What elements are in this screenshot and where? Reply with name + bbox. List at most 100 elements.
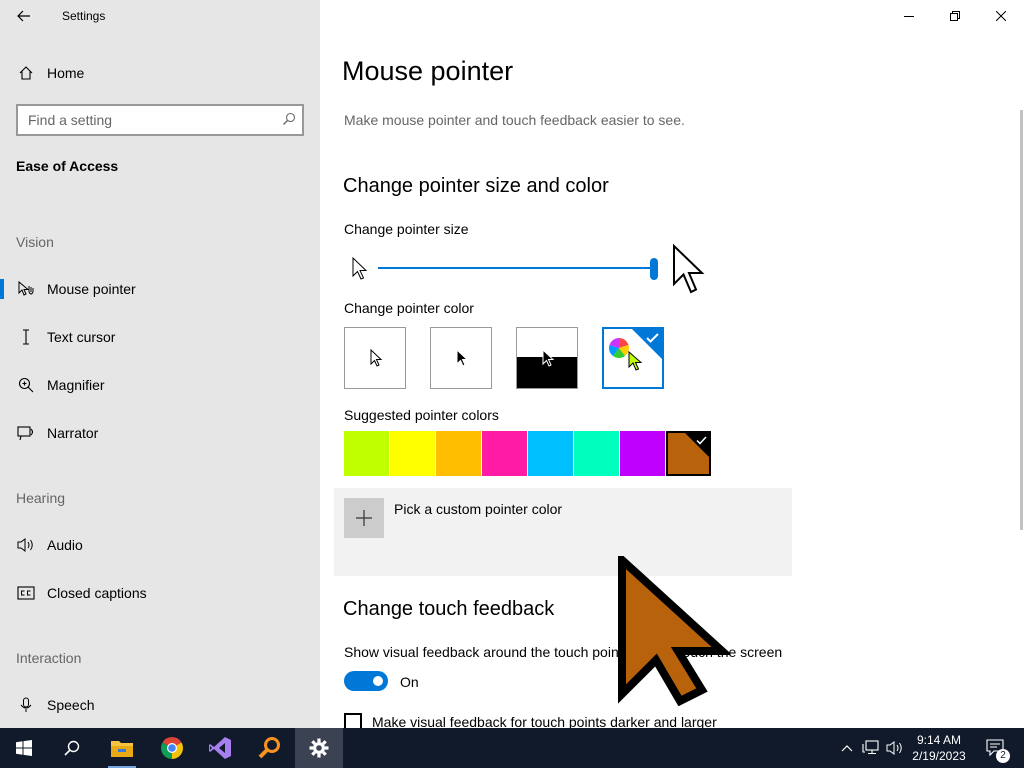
suggested-color-swatch[interactable] (436, 431, 481, 476)
section-heading-touch: Change touch feedback (343, 598, 555, 620)
slider-track (378, 267, 656, 269)
search-icon[interactable] (282, 112, 296, 131)
toggle-knob (373, 676, 383, 686)
mouse-pointer-icon (16, 279, 36, 299)
sidebar-item-label: Home (47, 65, 85, 81)
section-header-hearing: Hearing (16, 490, 66, 506)
back-button[interactable] (8, 0, 40, 32)
black-pointer-icon (456, 349, 469, 367)
minimize-button[interactable] (886, 0, 932, 32)
taskbar-search-button[interactable] (48, 728, 96, 768)
suggested-color-swatch[interactable] (574, 431, 619, 476)
magnifier-icon (16, 375, 36, 395)
touch-darker-label: Make visual feedback for touch points da… (372, 714, 717, 728)
checkmark-icon (696, 436, 707, 445)
restore-icon (950, 11, 960, 21)
sidebar-item-label: Text cursor (47, 329, 116, 345)
color-option-inverted[interactable] (516, 327, 578, 389)
search-input[interactable] (18, 106, 278, 134)
chevron-up-icon (841, 745, 853, 752)
checkmark-icon (646, 333, 659, 343)
suggested-color-swatch[interactable] (344, 431, 389, 476)
taskbar-visual-studio[interactable] (196, 728, 244, 768)
speaker-icon (886, 741, 902, 755)
network-button[interactable] (860, 728, 882, 768)
close-icon (996, 11, 1006, 21)
pointer-color-label: Change pointer color (344, 300, 474, 316)
search-tool-icon (258, 737, 280, 759)
sidebar-item-mouse-pointer[interactable]: Mouse pointer (0, 269, 320, 309)
scrollbar-thumb[interactable] (1020, 110, 1023, 530)
home-icon (16, 63, 36, 83)
color-option-custom[interactable] (602, 327, 664, 389)
toggle-state-label: On (400, 674, 419, 690)
suggested-color-swatch[interactable] (666, 431, 711, 476)
chrome-icon (161, 737, 183, 759)
visual-studio-icon (209, 737, 231, 759)
section-header-vision: Vision (16, 234, 54, 250)
taskbar-settings[interactable] (295, 728, 343, 768)
suggested-color-swatch[interactable] (390, 431, 435, 476)
color-option-black[interactable] (430, 327, 492, 389)
sidebar-item-narrator[interactable]: Narrator (0, 413, 320, 453)
plus-icon (356, 510, 372, 526)
start-button[interactable] (0, 728, 48, 768)
sidebar: Settings Home Ease of Access Vision Mous… (0, 0, 320, 728)
sidebar-item-closed-captions[interactable]: Closed captions (0, 573, 320, 613)
closed-captions-icon (16, 583, 36, 603)
suggested-colors-label: Suggested pointer colors (344, 407, 499, 423)
sidebar-item-text-cursor[interactable]: Text cursor (0, 317, 320, 357)
close-button[interactable] (978, 0, 1024, 32)
color-option-white[interactable] (344, 327, 406, 389)
clock[interactable]: 9:14 AM 2/19/2023 (906, 728, 972, 768)
restore-button[interactable] (932, 0, 978, 32)
search-box[interactable] (16, 104, 304, 136)
notification-badge: 2 (996, 749, 1010, 763)
small-pointer-icon (352, 256, 368, 286)
search-icon (64, 740, 80, 756)
text-cursor-icon (16, 327, 36, 347)
sidebar-item-home[interactable]: Home (0, 53, 320, 93)
file-explorer-icon (111, 741, 133, 757)
sidebar-item-label: Speech (47, 697, 95, 713)
clock-date: 2/19/2023 (912, 749, 966, 763)
plus-tile (344, 498, 384, 538)
taskbar-search-tool[interactable] (246, 728, 294, 768)
sidebar-item-label: Audio (47, 537, 83, 553)
minimize-icon (904, 16, 914, 17)
inverted-pointer-icon (542, 349, 555, 367)
sidebar-item-audio[interactable]: Audio (0, 525, 320, 565)
show-hidden-icons-button[interactable] (838, 728, 856, 768)
clock-time: 9:14 AM (916, 733, 962, 747)
start-icon (16, 740, 32, 756)
action-center-button[interactable]: 2 (976, 728, 1016, 768)
sidebar-item-magnifier[interactable]: Magnifier (0, 365, 320, 405)
volume-button[interactable] (884, 728, 906, 768)
sidebar-item-label: Narrator (47, 425, 99, 441)
large-mouse-cursor (618, 550, 733, 711)
slider-thumb[interactable] (650, 258, 658, 280)
color-wheel-icon (609, 338, 629, 358)
custom-color-label: Pick a custom pointer color (394, 501, 563, 517)
taskbar-chrome[interactable] (148, 728, 196, 768)
touch-darker-checkbox[interactable] (344, 713, 362, 728)
sidebar-item-label: Mouse pointer (47, 281, 136, 297)
suggested-color-swatch[interactable] (620, 431, 665, 476)
white-pointer-icon (370, 349, 383, 367)
app-title: Settings (62, 9, 106, 23)
category-title: Ease of Access (16, 158, 119, 174)
sidebar-item-speech[interactable]: Speech (0, 685, 320, 725)
speaker-icon (16, 535, 36, 555)
suggested-color-swatch[interactable] (528, 431, 573, 476)
section-heading-size-color: Change pointer size and color (343, 175, 609, 197)
large-pointer-icon (672, 243, 706, 301)
suggested-color-swatch[interactable] (482, 431, 527, 476)
main-content: Mouse pointer Make mouse pointer and tou… (320, 0, 1024, 728)
sidebar-item-label: Closed captions (47, 585, 147, 601)
touch-feedback-toggle[interactable] (344, 671, 388, 691)
network-icon (862, 740, 879, 755)
taskbar-file-explorer[interactable] (98, 728, 146, 768)
narrator-icon (16, 423, 36, 443)
pointer-size-slider[interactable] (378, 258, 658, 280)
custom-pointer-icon (628, 351, 643, 371)
